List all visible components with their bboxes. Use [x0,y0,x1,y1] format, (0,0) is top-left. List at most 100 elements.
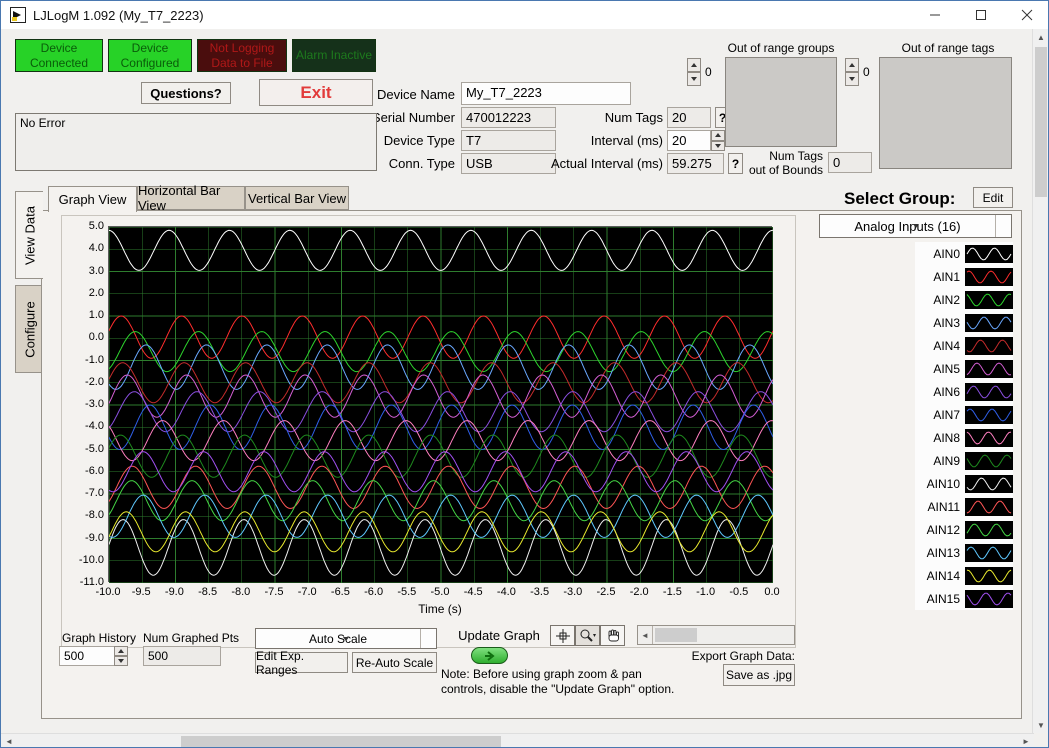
channel-row[interactable]: AIN3 [915,311,1013,334]
spin-up-icon[interactable] [114,646,128,656]
conn-type-value: USB [461,153,556,174]
channel-row[interactable]: AIN12 [915,518,1013,541]
status-label: Device [132,41,169,56]
spin-down-icon[interactable] [687,72,701,86]
channel-row[interactable]: AIN6 [915,380,1013,403]
channel-row[interactable]: AIN10 [915,472,1013,495]
channel-plot-icon[interactable] [965,567,1013,585]
device-name-field[interactable]: My_T7_2223 [461,82,631,105]
channel-plot-icon[interactable] [965,360,1013,378]
channel-row[interactable]: AIN14 [915,564,1013,587]
channel-legend: AIN0 AIN1AIN2AIN3AIN4AIN5AIN6AIN7AIN8AIN9… [915,242,1013,610]
chevron-down-icon[interactable] [995,215,1011,237]
channel-row[interactable]: AIN15 [915,587,1013,610]
channel-row[interactable]: AIN1 [915,265,1013,288]
group-select-dropdown[interactable]: Analog Inputs (16) [819,214,1012,238]
scroll-up-icon[interactable]: ▲ [1033,29,1049,45]
window-vertical-scrollbar[interactable]: ▲ ▼ [1032,29,1048,733]
graph-history-stepper[interactable] [114,646,128,666]
channel-row[interactable]: AIN9 [915,449,1013,472]
channel-plot-icon[interactable] [965,406,1013,424]
channel-plot-icon[interactable] [965,544,1013,562]
channel-row[interactable]: AIN8 [915,426,1013,449]
edit-group-button[interactable]: Edit [973,187,1013,208]
scroll-left-icon[interactable]: ◄ [638,626,653,644]
tab-view-data[interactable]: View Data [15,191,43,279]
spin-up-icon[interactable] [687,58,701,72]
channel-plot-icon[interactable] [965,521,1013,539]
window-horizontal-scrollbar[interactable]: ◄ ► [1,733,1034,748]
scrollbar-thumb[interactable] [1035,47,1047,197]
pan-tool-button[interactable] [600,625,625,646]
channel-row[interactable]: AIN13 [915,541,1013,564]
channel-plot-icon[interactable] [965,245,1013,263]
interval-field[interactable]: 20 [667,130,711,151]
tab-graph-view[interactable]: Graph View [48,186,137,212]
channel-plot-icon[interactable] [965,383,1013,401]
y-axis-tick-label: 5.0 [61,220,104,232]
x-axis: -10.0-9.5-9.0-8.5-8.0-7.5-7.0-6.5-6.0-5.… [76,586,806,600]
channel-row[interactable]: AIN4 [915,334,1013,357]
device-configured-indicator[interactable]: Device Configured [108,39,192,72]
channel-label: AIN0 [920,247,960,261]
channel-plot-icon[interactable] [965,314,1013,332]
window-title: LJLogM 1.092 (My_T7_2223) [33,8,204,23]
channel-row[interactable]: AIN7 [915,403,1013,426]
scrollbar-thumb[interactable] [181,736,501,747]
out-of-range-tags-list[interactable] [879,57,1012,169]
chevron-down-icon[interactable] [420,629,436,648]
edit-exp-ranges-button[interactable]: Edit Exp. Ranges [255,652,348,673]
maximize-icon [975,9,987,21]
out-of-range-groups-count: 0 [705,65,712,79]
update-graph-toggle[interactable] [471,647,508,664]
scroll-down-icon[interactable]: ▼ [1033,717,1049,733]
interval-stepper[interactable] [711,130,725,151]
channel-row[interactable]: AIN5 [915,357,1013,380]
out-of-range-groups-list[interactable] [725,57,837,147]
status-label: Data to File [211,56,272,71]
spin-down-icon[interactable] [845,72,859,86]
logging-status-indicator[interactable]: Not Logging Data to File [197,39,287,72]
save-as-jpg-button[interactable]: Save as .jpg [723,664,795,686]
tab-horizontal-bar-view[interactable]: Horizontal Bar View [137,186,245,210]
channel-row[interactable]: AIN0 [915,242,1013,265]
graph-x-scrollbar[interactable]: ◄ [637,625,795,645]
channel-plot-icon[interactable] [965,268,1013,286]
channel-plot-icon[interactable] [965,291,1013,309]
channel-plot-icon[interactable] [965,590,1013,608]
spin-up-icon[interactable] [845,58,859,72]
minimize-button[interactable] [912,1,958,29]
alarm-status-indicator[interactable]: Alarm Inactive [292,39,376,72]
channel-row[interactable]: AIN11 [915,495,1013,518]
zoom-tool-button[interactable] [575,625,600,646]
channel-plot-icon[interactable] [965,429,1013,447]
spin-down-icon[interactable] [114,656,128,666]
scroll-right-icon[interactable]: ► [1018,734,1034,748]
scroll-left-icon[interactable]: ◄ [1,734,17,748]
spin-down-icon[interactable] [711,141,725,152]
channel-plot-icon[interactable] [965,475,1013,493]
out-of-range-tags-stepper[interactable] [845,58,859,86]
tab-label: Graph View [59,192,127,207]
graph-history-field[interactable]: 500 [59,646,115,666]
tab-configure[interactable]: Configure [15,285,42,373]
spin-up-icon[interactable] [711,130,725,141]
re-auto-scale-button[interactable]: Re-Auto Scale [352,652,437,673]
graph-plot-area[interactable] [108,226,772,582]
tab-vertical-bar-view[interactable]: Vertical Bar View [245,186,349,210]
channel-plot-icon[interactable] [965,498,1013,516]
channel-plot-icon[interactable] [965,452,1013,470]
maximize-button[interactable] [958,1,1004,29]
close-button[interactable] [1004,1,1049,29]
x-axis-tick-label: -2.0 [622,586,656,598]
channel-plot-icon[interactable] [965,337,1013,355]
cursor-tool-button[interactable] [550,625,575,646]
device-connected-indicator[interactable]: Device Connected [15,39,103,72]
scale-mode-dropdown[interactable]: Auto Scale [255,628,437,649]
out-of-range-groups-stepper[interactable] [687,58,701,86]
scrollbar-thumb[interactable] [655,628,697,642]
channel-row[interactable]: AIN2 [915,288,1013,311]
x-axis-title: Time (s) [400,602,480,616]
questions-button[interactable]: Questions? [141,82,231,104]
x-axis-tick-label: -6.5 [323,586,357,598]
